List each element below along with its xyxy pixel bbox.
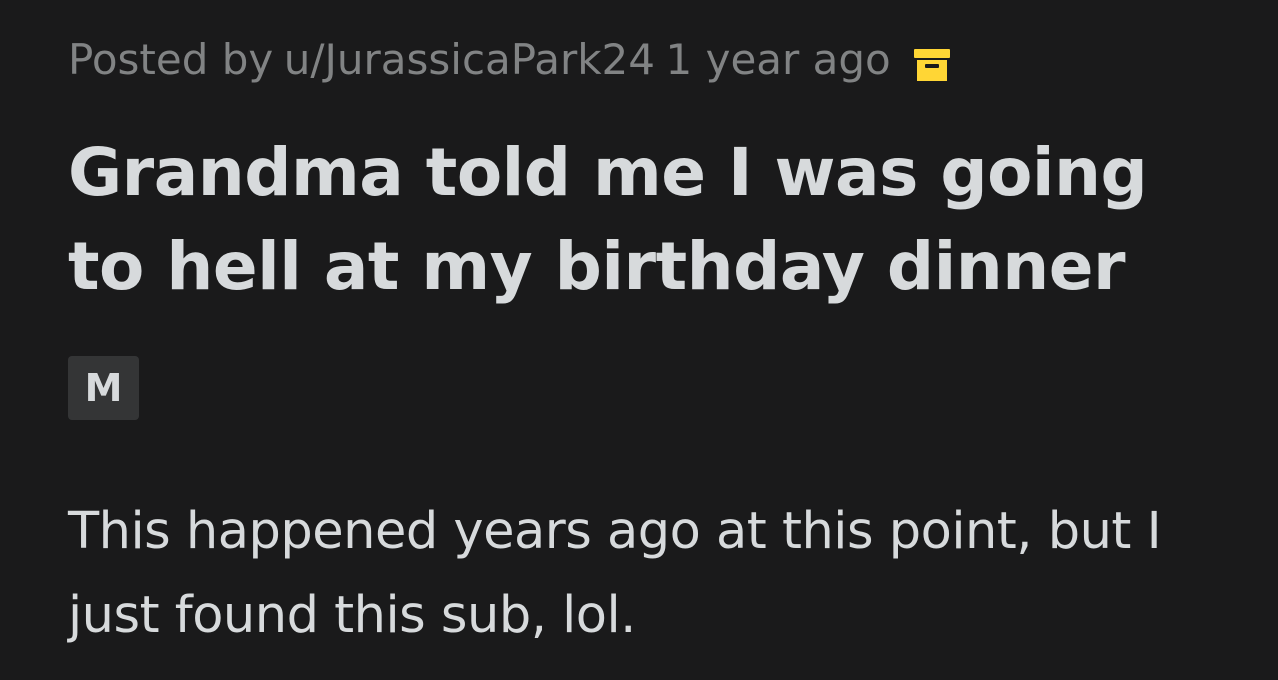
author-username-link[interactable]: u/JurassicaPark24 [284,30,655,90]
post-body-text: This happened years ago at this point, b… [68,502,1162,645]
post-title[interactable]: Grandma told me I was going to hell at m… [68,126,1228,314]
post-timestamp[interactable]: 1 year ago [666,30,891,90]
archive-box-icon [913,40,951,81]
post-container: Posted by u/JurassicaPark24 1 year ago G… [0,0,1278,680]
post-meta: Posted by u/JurassicaPark24 1 year ago [68,30,951,90]
posted-by-label: Posted by [68,35,274,84]
post-flair-badge[interactable]: M [68,356,139,420]
